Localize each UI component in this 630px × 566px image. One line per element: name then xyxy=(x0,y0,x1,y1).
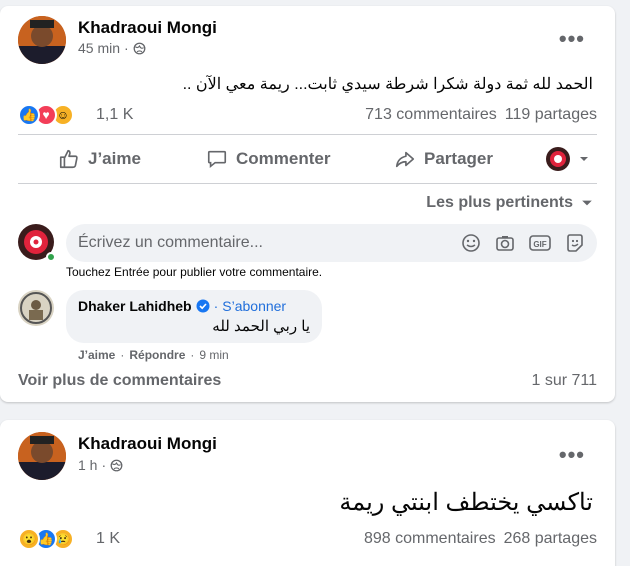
post-card: Khadraoui Mongi 1 h · ••• تاكسي يختطف اب… xyxy=(0,420,615,566)
like-button[interactable]: J’aime xyxy=(58,148,141,170)
author-avatar[interactable] xyxy=(18,16,66,64)
comments-count[interactable]: 898 commentaires xyxy=(364,530,496,548)
reaction-icons[interactable]: 😮 👍 😢 xyxy=(18,528,74,550)
reaction-count[interactable]: 1 K xyxy=(96,530,120,548)
verified-icon xyxy=(196,299,210,313)
shares-count[interactable]: 119 partages xyxy=(505,106,597,124)
comment-header: Dhaker Lahidheb · S’abonner xyxy=(78,298,287,314)
online-status-dot xyxy=(46,252,56,262)
comment-placeholder: Écrivez un commentaire... xyxy=(78,234,263,251)
comment-icon xyxy=(207,150,227,169)
filter-label: Les plus pertinents xyxy=(426,194,573,211)
commenter-name[interactable]: Dhaker Lahidheb xyxy=(78,298,192,314)
comment-text: يا ربي الحمد لله xyxy=(212,318,310,335)
post-as-selector[interactable] xyxy=(545,146,589,172)
view-more-comments[interactable]: Voir plus de commentaires xyxy=(18,372,221,390)
comment-hint: Touchez Entrée pour publier votre commen… xyxy=(66,265,323,279)
share-button[interactable]: Partager xyxy=(394,148,493,170)
comment-time[interactable]: 9 min xyxy=(199,348,228,362)
post-time[interactable]: 1 h xyxy=(78,457,97,473)
like-reaction-icon: 👍 xyxy=(18,104,40,126)
more-options-icon[interactable]: ••• xyxy=(559,444,585,466)
comment-like-link[interactable]: J’aime xyxy=(78,348,115,362)
chevron-down-icon xyxy=(582,200,592,206)
more-options-icon[interactable]: ••• xyxy=(559,28,585,50)
comment-button[interactable]: Commenter xyxy=(206,148,330,170)
author-name[interactable]: Khadraoui Mongi xyxy=(78,18,217,38)
author-name[interactable]: Khadraoui Mongi xyxy=(78,434,217,454)
comment-bubble: Dhaker Lahidheb · S’abonner يا ربي الحمد… xyxy=(66,290,322,343)
like-label: J’aime xyxy=(88,149,141,168)
chevron-down-icon xyxy=(580,157,588,161)
commenter-avatar[interactable] xyxy=(18,290,54,326)
post-stats: 898 commentaires 268 partages xyxy=(364,530,597,548)
sticker-icon[interactable] xyxy=(565,233,585,253)
comment-actions: J’aime · Répondre · 9 min xyxy=(78,348,229,362)
post-time[interactable]: 45 min xyxy=(78,40,120,56)
share-label: Partager xyxy=(424,149,493,168)
page-avatar-icon xyxy=(546,147,570,171)
author-avatar[interactable] xyxy=(18,432,66,480)
emoji-icon[interactable] xyxy=(461,233,481,253)
post-card: Khadraoui Mongi 45 min · ••• الحمد لله ث… xyxy=(0,6,615,402)
wow-reaction-icon: 😮 xyxy=(18,528,40,550)
post-meta: 45 min · xyxy=(78,40,146,56)
reaction-count[interactable]: 1,1 K xyxy=(96,106,133,124)
gif-icon[interactable]: GIF xyxy=(529,233,551,253)
post-text: الحمد لله ثمة دولة شكرا شرطة سيدي ثابت..… xyxy=(182,76,593,93)
post-text: تاكسي يختطف ابنتي ريمة xyxy=(339,489,593,516)
globe-icon xyxy=(110,459,123,471)
follow-link[interactable]: S’abonner xyxy=(222,298,286,314)
shares-count[interactable]: 268 partages xyxy=(504,530,597,548)
like-icon xyxy=(59,149,78,169)
globe-icon xyxy=(133,42,146,54)
action-bar: J’aime Commenter Partager xyxy=(18,134,597,184)
post-stats: 713 commentaires 119 partages xyxy=(365,106,597,124)
camera-icon[interactable] xyxy=(495,233,515,253)
svg-text:GIF: GIF xyxy=(533,240,546,249)
comment-input[interactable]: Écrivez un commentaire... GIF xyxy=(66,224,597,262)
comment-tools: GIF xyxy=(461,233,585,253)
post-meta: 1 h · xyxy=(78,457,123,473)
comment-filter[interactable]: Les plus pertinents xyxy=(426,194,593,212)
comment-reply-link[interactable]: Répondre xyxy=(129,348,185,362)
comment-label: Commenter xyxy=(236,149,331,168)
reaction-icons[interactable]: 👍 ♥ ☺ xyxy=(18,104,74,126)
comments-pager: 1 sur 711 xyxy=(531,372,597,389)
comments-count[interactable]: 713 commentaires xyxy=(365,106,497,124)
share-icon xyxy=(395,151,415,168)
